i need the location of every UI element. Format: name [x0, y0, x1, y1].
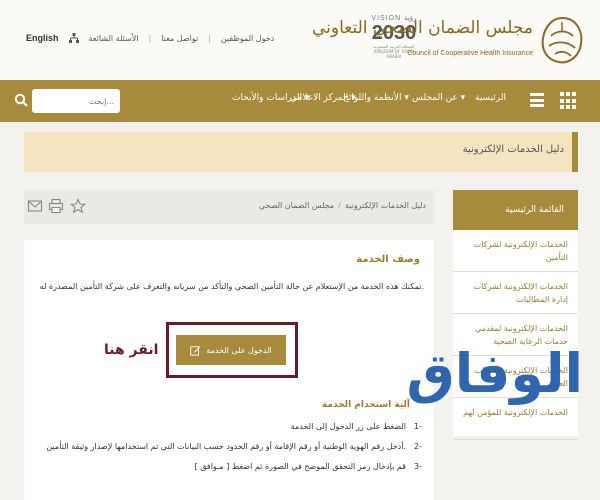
edit-icon	[190, 345, 201, 356]
enter-service-button[interactable]: الدخول على الخدمة	[176, 335, 286, 365]
grid-icon[interactable]	[560, 92, 578, 110]
search-icon[interactable]	[14, 93, 28, 107]
star-icon[interactable]	[70, 198, 86, 214]
sidebar-item-claims-management[interactable]: الخدمات الإلكترونية لشركات إدارة المطالب…	[453, 272, 578, 314]
employee-login-link[interactable]: دخول الموظفين	[221, 34, 274, 43]
link-separator: |	[148, 33, 152, 43]
sitemap-icon[interactable]	[68, 33, 79, 43]
service-description-title: وصف الخدمة	[356, 254, 420, 265]
breadcrumb-home[interactable]: مجلس الضمان الصحي	[259, 201, 334, 210]
watermark-text: الوفاق	[406, 342, 583, 405]
link-separator: |	[208, 33, 211, 43]
page-title: دليل الخدمات الإلكترونية	[462, 144, 564, 155]
mail-icon[interactable]	[27, 198, 43, 214]
nav-about-label: عن المجلس	[412, 93, 458, 103]
top-header: English الأسئلة الشائعة | تواصل معنا | د…	[0, 0, 600, 80]
step-number: 2-	[414, 442, 422, 451]
nav-home[interactable]: الرئيسية	[475, 93, 506, 103]
print-icon[interactable]	[48, 198, 64, 214]
contact-link[interactable]: تواصل معنا	[161, 34, 198, 43]
nav-studies[interactable]: الدراسات والأبحاث ▾	[232, 93, 309, 103]
english-link[interactable]: English	[26, 33, 59, 43]
top-links: English الأسئلة الشائعة | تواصل معنا | د…	[26, 33, 274, 43]
logo-arabic-name: مجلس الضمان الصحي التعاوني	[311, 18, 533, 38]
faq-link[interactable]: الأسئلة الشائعة	[89, 34, 139, 43]
search-input[interactable]	[32, 89, 120, 113]
click-here-annotation: انقر هنا	[104, 342, 159, 358]
step-number: 3-	[414, 462, 422, 471]
service-description-text: تمكنك هذه الخدمة من الإستعلام عن حالة ال…	[39, 282, 424, 291]
step-text: أدخل رقم الهوية الوطنية أو رقم الإقامة أ…	[46, 442, 406, 451]
breadcrumb-current: دليل الخدمات الإلكترونية	[344, 201, 426, 210]
watermark-logo: الوفاق	[368, 338, 583, 428]
chevron-down-icon: ▾	[460, 93, 466, 103]
breadcrumb-separator: /	[338, 201, 341, 210]
hamburger-icon[interactable]	[530, 93, 544, 107]
enter-service-label: الدخول على الخدمة	[206, 345, 272, 355]
cchi-logo[interactable]: مجلس الضمان الصحي التعاوني Council of Co…	[312, 12, 591, 72]
sidebar-heading: القائمة الرئيسية	[453, 190, 578, 230]
nav-studies-label: الدراسات والأبحاث	[232, 93, 302, 103]
chevron-down-icon: ▾	[304, 93, 310, 103]
page-title-bar: دليل الخدمات الإلكترونية	[24, 132, 578, 172]
logo-english-name: Council of Cooperative Health Insurance	[407, 50, 533, 57]
nav-about[interactable]: عن المجلس ▾	[412, 93, 465, 103]
calligraphy-emblem-icon	[541, 16, 583, 64]
chevron-down-icon: ▾	[404, 93, 409, 103]
step-text: قم بإدخال رمز التحقق الموضح في الصورة ثم…	[194, 462, 406, 471]
sidebar-item-insurance-companies[interactable]: الخدمات الإلكترونية لشركات التأمين	[453, 230, 578, 272]
step-item: أدخل رقم الهوية الوطنية أو رقم الإقامة أ…	[46, 442, 426, 451]
breadcrumb-bar: دليل الخدمات الإلكترونية/ مجلس الضمان الص…	[24, 190, 434, 224]
step-item: قم بإدخال رمز التحقق الموضح في الصورة ثم…	[195, 462, 426, 471]
breadcrumb: دليل الخدمات الإلكترونية/ مجلس الضمان الص…	[259, 201, 426, 210]
chevron-down-icon: ▾	[351, 93, 356, 103]
